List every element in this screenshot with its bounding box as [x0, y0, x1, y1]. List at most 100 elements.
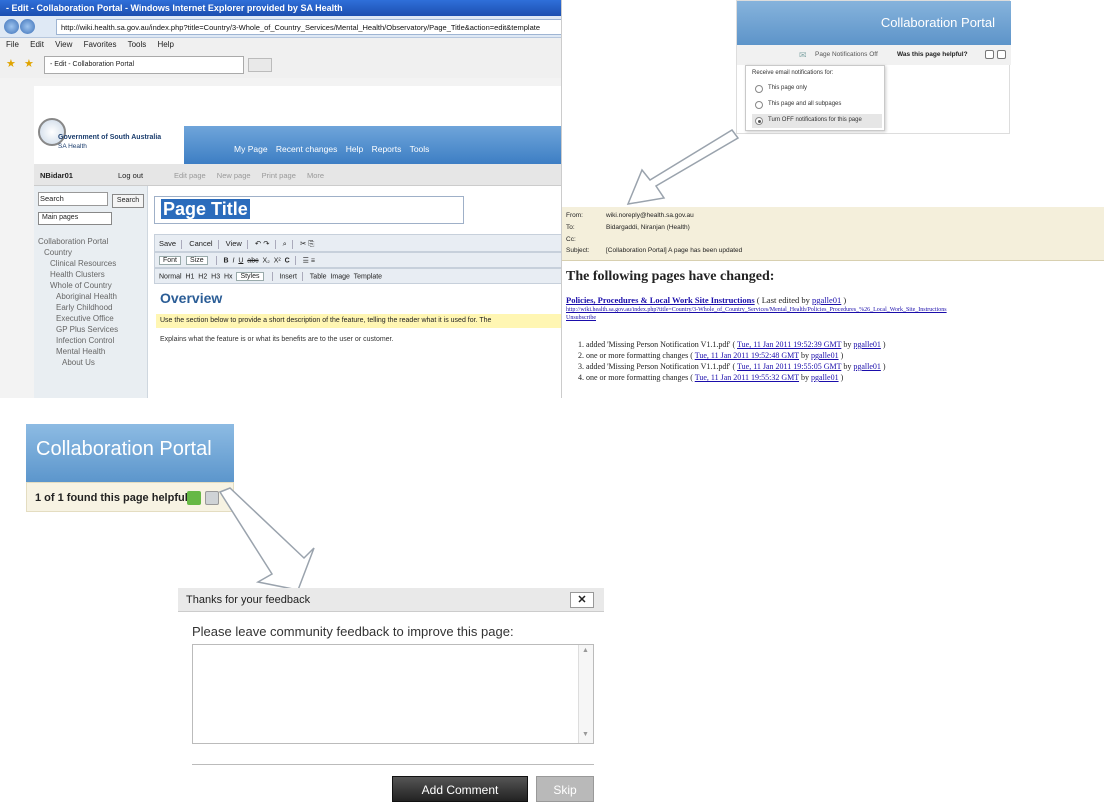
nav-recent-changes[interactable]: Recent changes	[276, 144, 337, 154]
font-select[interactable]: Font	[159, 256, 182, 266]
new-page-link[interactable]: New page	[217, 171, 251, 180]
change-date-link[interactable]: Tue, 11 Jan 2011 19:55:05 GMT	[737, 362, 841, 371]
page-actions: Edit page New page Print page More	[174, 171, 333, 180]
change-date-link[interactable]: Tue, 11 Jan 2011 19:52:48 GMT	[695, 351, 799, 360]
thumbs-up-icon[interactable]	[985, 50, 994, 59]
editor-link[interactable]: pgalle01	[812, 295, 841, 305]
thumbs-up-icon[interactable]	[187, 491, 201, 505]
logout-link[interactable]: Log out	[118, 171, 143, 180]
nav-tools[interactable]: Tools	[410, 144, 430, 154]
change-user-link[interactable]: pgalle01	[853, 340, 881, 349]
strike-button[interactable]: abc	[247, 257, 258, 264]
tree-item[interactable]: Executive Office	[38, 313, 148, 324]
ie-url-field[interactable]: http://wiki.health.sa.gov.au/index.php?t…	[56, 19, 561, 35]
thumbs-down-icon[interactable]	[997, 50, 1006, 59]
style-h1[interactable]: H1	[185, 273, 194, 280]
code-button[interactable]: C	[285, 257, 290, 264]
subject-value: [Collaboration Portal] A page has been u…	[606, 247, 743, 254]
namespace-select[interactable]: Main pages	[38, 212, 112, 225]
nav-help[interactable]: Help	[346, 144, 363, 154]
page-notifications-toggle[interactable]: Page Notifications Off	[815, 51, 878, 58]
menu-edit[interactable]: Edit	[30, 40, 44, 49]
find-icon[interactable]: ⌕	[283, 239, 287, 248]
option-this-page[interactable]: This page only	[752, 82, 882, 96]
ie-browser-tab[interactable]: - Edit - Collaboration Portal	[44, 56, 244, 74]
tree-item[interactable]: Mental Health	[38, 346, 148, 357]
change-date-link[interactable]: Tue, 11 Jan 2011 19:55:32 GMT	[695, 373, 799, 382]
option-page-and-subpages[interactable]: This page and all subpages	[752, 98, 882, 112]
tree-item[interactable]: Infection Control	[38, 335, 148, 346]
option-turn-off[interactable]: Turn OFF notifications for this page	[752, 114, 882, 128]
italic-button[interactable]: I	[233, 257, 235, 264]
style-hx[interactable]: Hx	[224, 273, 233, 280]
style-h2[interactable]: H2	[198, 273, 207, 280]
underline-button[interactable]: U	[238, 257, 243, 264]
change-user-link[interactable]: pgalle01	[811, 373, 839, 382]
tree-item[interactable]: Health Clusters	[38, 269, 148, 280]
list-icon[interactable]: ☰	[303, 257, 309, 264]
menu-favorites[interactable]: Favorites	[84, 40, 117, 49]
tree-item[interactable]: Whole of Country	[38, 280, 148, 291]
add-favorites-icon[interactable]: ★	[24, 57, 34, 70]
size-select[interactable]: Size	[185, 256, 208, 266]
view-button[interactable]: View	[226, 239, 242, 248]
skip-button[interactable]: Skip	[536, 776, 594, 802]
style-h3[interactable]: H3	[211, 273, 220, 280]
insert-menu[interactable]: Insert	[279, 273, 297, 280]
table-button[interactable]: Table	[310, 273, 327, 280]
scroll-down-icon[interactable]: ▼	[582, 731, 589, 738]
change-user-link[interactable]: pgalle01	[811, 351, 839, 360]
change-date-link[interactable]: Tue, 11 Jan 2011 19:52:39 GMT	[737, 340, 841, 349]
tree-item[interactable]: Country	[38, 247, 148, 258]
close-icon[interactable]: ✕	[570, 592, 594, 608]
page-url-link[interactable]: http://wiki.health.sa.gov.au/index.php?t…	[566, 307, 947, 313]
style-normal[interactable]: Normal	[159, 273, 182, 280]
cut-icon[interactable]: ✂	[300, 239, 306, 248]
helpful-bar: 1 of 1 found this page helpful	[26, 482, 234, 512]
image-button[interactable]: Image	[330, 273, 349, 280]
tree-item[interactable]: GP Plus Services	[38, 324, 148, 335]
unsubscribe-link[interactable]: Unsubscribe	[566, 315, 596, 321]
textarea-scrollbar[interactable]: ▲ ▼	[578, 645, 593, 743]
edit-page-link[interactable]: Edit page	[174, 171, 206, 180]
favorites-star-icon[interactable]: ★	[6, 57, 16, 70]
undo-icon[interactable]: ↶	[255, 239, 261, 248]
superscript-button[interactable]: X²	[274, 257, 281, 264]
search-button[interactable]: Search	[112, 194, 144, 208]
wiki-user-bar: NBidar01 Log out Edit page New page Prin…	[34, 164, 561, 186]
menu-file[interactable]: File	[6, 40, 19, 49]
menu-tools[interactable]: Tools	[128, 40, 147, 49]
tree-item[interactable]: Clinical Resources	[38, 258, 148, 269]
notification-icon[interactable]: ✉	[799, 50, 807, 61]
subscript-button[interactable]: X₂	[262, 257, 269, 264]
save-button[interactable]: Save	[159, 239, 176, 248]
tree-item[interactable]: Early Childhood	[38, 302, 148, 313]
menu-view[interactable]: View	[55, 40, 72, 49]
redo-icon[interactable]: ↷	[263, 239, 269, 248]
forward-icon[interactable]	[20, 19, 35, 34]
template-button[interactable]: Template	[354, 273, 382, 280]
nav-reports[interactable]: Reports	[372, 144, 402, 154]
styles-select[interactable]: Styles	[236, 272, 264, 282]
align-icon[interactable]: ≡	[311, 257, 315, 264]
more-menu[interactable]: More	[307, 171, 324, 180]
page-title-field[interactable]: Page Title	[154, 196, 464, 224]
print-page-link[interactable]: Print page	[262, 171, 296, 180]
tree-item[interactable]: About Us	[38, 357, 148, 368]
change-item: 3. added 'Missing Person Notification V1…	[578, 361, 886, 372]
new-tab-button[interactable]	[248, 58, 272, 72]
copy-icon[interactable]: ⎘	[308, 239, 314, 248]
tree-item[interactable]: Aboriginal Health	[38, 291, 148, 302]
add-comment-button[interactable]: Add Comment	[392, 776, 528, 802]
feedback-textarea[interactable]	[192, 644, 594, 744]
sa-gov-crest-icon	[38, 118, 66, 146]
back-icon[interactable]	[4, 19, 19, 34]
bold-button[interactable]: B	[224, 257, 229, 264]
changed-page-link[interactable]: Policies, Procedures & Local Work Site I…	[566, 295, 755, 305]
menu-help[interactable]: Help	[158, 40, 174, 49]
cancel-button[interactable]: Cancel	[189, 239, 212, 248]
nav-my-page[interactable]: My Page	[234, 144, 268, 154]
tree-item[interactable]: Collaboration Portal	[38, 236, 148, 247]
change-user-link[interactable]: pgalle01	[853, 362, 881, 371]
scroll-up-icon[interactable]: ▲	[582, 647, 589, 654]
